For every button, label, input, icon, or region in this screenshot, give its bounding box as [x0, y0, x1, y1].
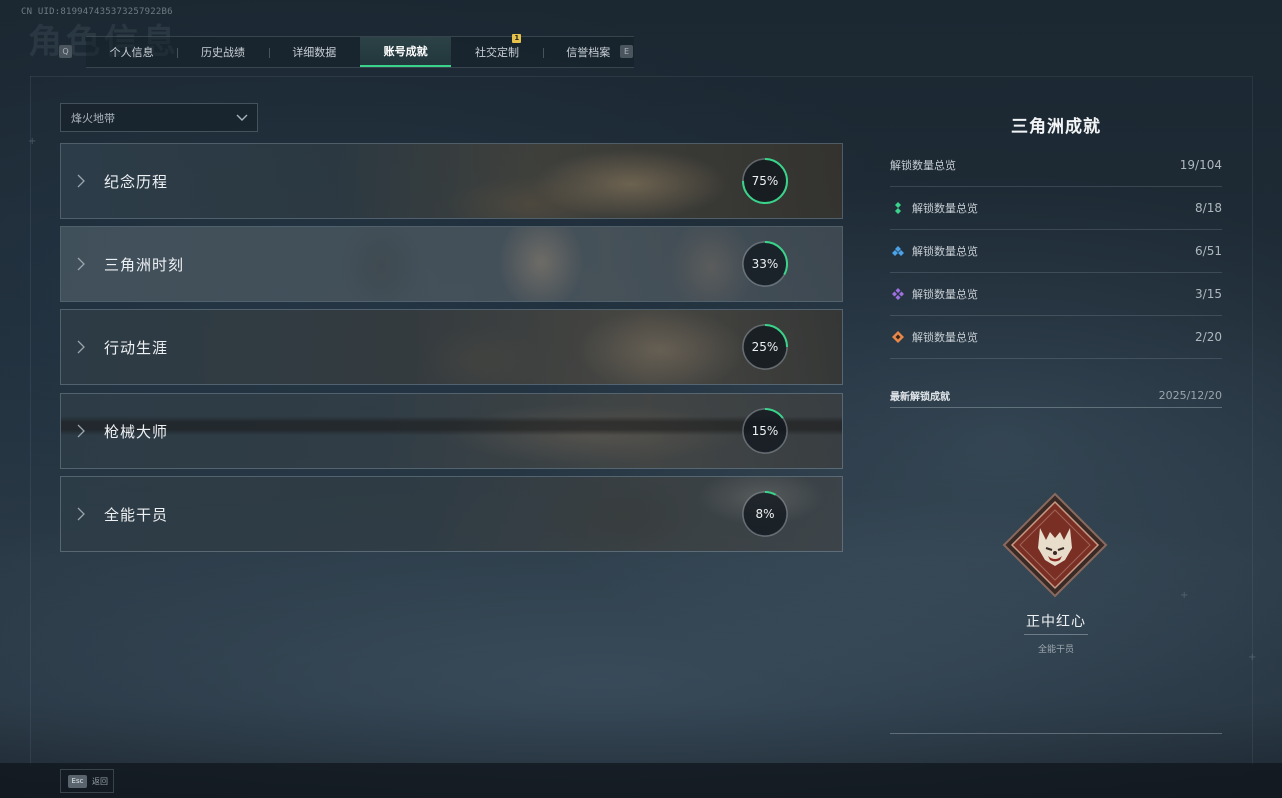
- tab-match-history[interactable]: 历史战绩: [177, 37, 268, 67]
- progress-ring: 33%: [741, 240, 789, 288]
- expand-arrow-icon: [77, 340, 85, 354]
- progress-percent: 15%: [751, 424, 779, 438]
- stat-value: 2/20: [1195, 330, 1222, 344]
- expand-arrow-icon: [77, 257, 85, 271]
- latest-date: 2025/12/20: [1158, 389, 1222, 402]
- category-label: 枪械大师: [104, 422, 169, 441]
- card-background-image: [61, 310, 842, 384]
- stat-value: 6/51: [1195, 244, 1222, 258]
- prev-tab-key-hint[interactable]: Q: [59, 45, 72, 58]
- stat-label: 解锁数量总览: [912, 288, 978, 301]
- stat-label: 解锁数量总览: [912, 245, 978, 258]
- chevron-down-icon: [236, 114, 248, 121]
- category-card-memorial[interactable]: 纪念历程 75%: [60, 143, 843, 219]
- progress-ring: 8%: [741, 490, 789, 538]
- stat-label: 解锁数量总览: [912, 331, 978, 344]
- stat-value: 3/15: [1195, 287, 1222, 301]
- back-button[interactable]: Esc 返回: [60, 769, 114, 793]
- expand-arrow-icon: [77, 507, 85, 521]
- tab-achievements[interactable]: 账号成就: [359, 37, 452, 67]
- purple-tier-icon: [892, 288, 904, 300]
- category-label: 行动生涯: [104, 338, 169, 357]
- latest-label: 最新解锁成就: [890, 392, 950, 403]
- expand-arrow-icon: [77, 424, 85, 438]
- achievement-category: 全能干员: [1037, 645, 1074, 655]
- stat-row-orange: 解锁数量总览 2/20: [890, 316, 1222, 359]
- blue-tier-icon: [892, 246, 904, 256]
- progress-ring: 25%: [741, 323, 789, 371]
- progress-percent: 25%: [751, 340, 779, 354]
- player-uid: CN UID:819947435373257922B6: [21, 7, 173, 17]
- mode-select[interactable]: 烽火地带: [60, 103, 258, 132]
- stat-label: 解锁数量总览: [890, 159, 956, 172]
- orange-tier-icon: [892, 331, 904, 343]
- progress-ring: 15%: [741, 407, 789, 455]
- category-card-weapon-master[interactable]: 枪械大师 15%: [60, 393, 843, 469]
- category-card-delta-moments[interactable]: 三角洲时刻 33%: [60, 226, 843, 302]
- green-tier-icon: [895, 202, 901, 214]
- footer-bar: [0, 763, 1282, 798]
- category-label: 纪念历程: [104, 172, 169, 191]
- stat-row-purple: 解锁数量总览 3/15: [890, 273, 1222, 316]
- progress-ring: 75%: [741, 157, 789, 205]
- top-tab-bar: 个人信息 历史战绩 详细数据 账号成就 社交定制 1 信誉档案: [86, 34, 634, 68]
- latest-achievement-header: 最新解锁成就 2025/12/20: [890, 384, 1222, 408]
- stat-value: 8/18: [1195, 201, 1222, 215]
- tab-social-customize[interactable]: 社交定制 1: [451, 34, 542, 67]
- category-label: 全能干员: [104, 505, 169, 524]
- card-background-image: [61, 144, 842, 218]
- progress-percent: 33%: [751, 257, 779, 271]
- esc-key-icon: Esc: [68, 774, 87, 788]
- category-label: 三角洲时刻: [104, 255, 185, 274]
- notification-badge: 1: [512, 34, 522, 43]
- card-background-image: [61, 394, 842, 468]
- wolf-emblem-icon: [1002, 492, 1108, 598]
- achievement-name: 正中红心: [1026, 614, 1086, 630]
- expand-arrow-icon: [77, 174, 85, 188]
- mode-select-value: 烽火地带: [71, 111, 115, 125]
- stat-label: 解锁数量总览: [912, 202, 978, 215]
- stat-value: 19/104: [1179, 158, 1222, 172]
- progress-percent: 75%: [751, 174, 779, 188]
- divider: [1024, 634, 1088, 635]
- card-background-image: [61, 477, 842, 551]
- category-card-all-round-operator[interactable]: 全能干员 8%: [60, 476, 843, 552]
- stat-row-green: 解锁数量总览 8/18: [890, 187, 1222, 230]
- stat-row-total: 解锁数量总览 19/104: [890, 144, 1222, 187]
- tab-personal-info[interactable]: 个人信息: [86, 37, 177, 67]
- summary-title: 三角洲成就: [1011, 117, 1101, 137]
- divider: [890, 733, 1222, 734]
- category-card-operation-career[interactable]: 行动生涯 25%: [60, 309, 843, 385]
- tab-detailed-data[interactable]: 详细数据: [268, 37, 360, 67]
- back-label: 返回: [92, 776, 108, 786]
- achievement-badge[interactable]: [1002, 492, 1108, 598]
- stat-row-blue: 解锁数量总览 6/51: [890, 230, 1222, 273]
- next-tab-key-hint[interactable]: E: [620, 45, 633, 58]
- progress-percent: 8%: [755, 507, 775, 521]
